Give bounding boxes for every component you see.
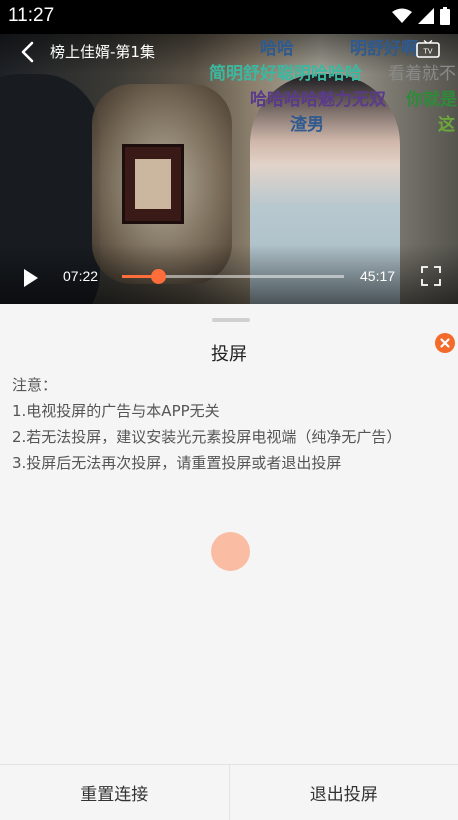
danmaku-comment: 你就是 [406, 90, 457, 110]
back-icon[interactable] [18, 40, 38, 64]
total-time: 45:17 [360, 268, 396, 284]
reset-connection-button[interactable]: 重置连接 [0, 765, 229, 820]
close-icon [440, 338, 450, 348]
danmaku-comment: 简明舒好聪明哈哈哈 [209, 64, 362, 84]
video-scene [122, 144, 184, 224]
status-icons [392, 7, 450, 25]
close-button[interactable] [435, 333, 455, 353]
danmaku-comment: 哈哈 [260, 39, 294, 59]
fullscreen-icon[interactable] [421, 266, 441, 286]
note-line: 3.投屏后无法再次投屏，请重置投屏或者退出投屏 [12, 454, 342, 472]
sheet-drag-handle[interactable] [212, 318, 250, 322]
signal-icon [418, 8, 434, 24]
tv-icon[interactable]: TV [416, 40, 440, 60]
note-line: 2.若无法投屏，建议安装光元素投屏电视端（纯净无广告） [12, 428, 402, 446]
danmaku-comment: 明舒好啊 [350, 39, 418, 59]
note-line: 1.电视投屏的广告与本APP无关 [12, 402, 220, 420]
svg-text:TV: TV [422, 48, 432, 56]
video-player[interactable]: 榜上佳婿-第1集 哈哈 明舒好啊 简明舒好聪明哈哈哈 看着就不 哈哈哈哈魅力无双… [0, 34, 458, 304]
note-line: 注意： [12, 376, 58, 394]
sheet-title: 投屏 [211, 344, 247, 365]
wifi-icon [392, 8, 412, 23]
danmaku-comment: 看着就不 [388, 64, 456, 84]
danmaku-comment: 这 [438, 115, 455, 135]
loading-indicator [211, 532, 250, 571]
play-icon[interactable] [22, 268, 40, 288]
cast-notes: 注意： 1.电视投屏的广告与本APP无关 2.若无法投屏，建议安装光元素投屏电视… [12, 372, 401, 476]
video-title: 榜上佳婿-第1集 [50, 43, 155, 61]
danmaku-comment: 哈哈哈哈魅力无双 [250, 90, 386, 110]
exit-cast-button[interactable]: 退出投屏 [230, 765, 458, 820]
sheet-footer: 重置连接 退出投屏 [0, 764, 458, 820]
status-time: 11:27 [8, 5, 55, 26]
status-bar: 11:27 [0, 0, 458, 34]
danmaku-comment: 渣男 [290, 115, 324, 135]
cast-sheet: 投屏 注意： 1.电视投屏的广告与本APP无关 2.若无法投屏，建议安装光元素投… [0, 304, 458, 820]
progress-bar[interactable] [122, 269, 344, 284]
battery-icon [440, 7, 450, 25]
current-time: 07:22 [63, 268, 99, 284]
